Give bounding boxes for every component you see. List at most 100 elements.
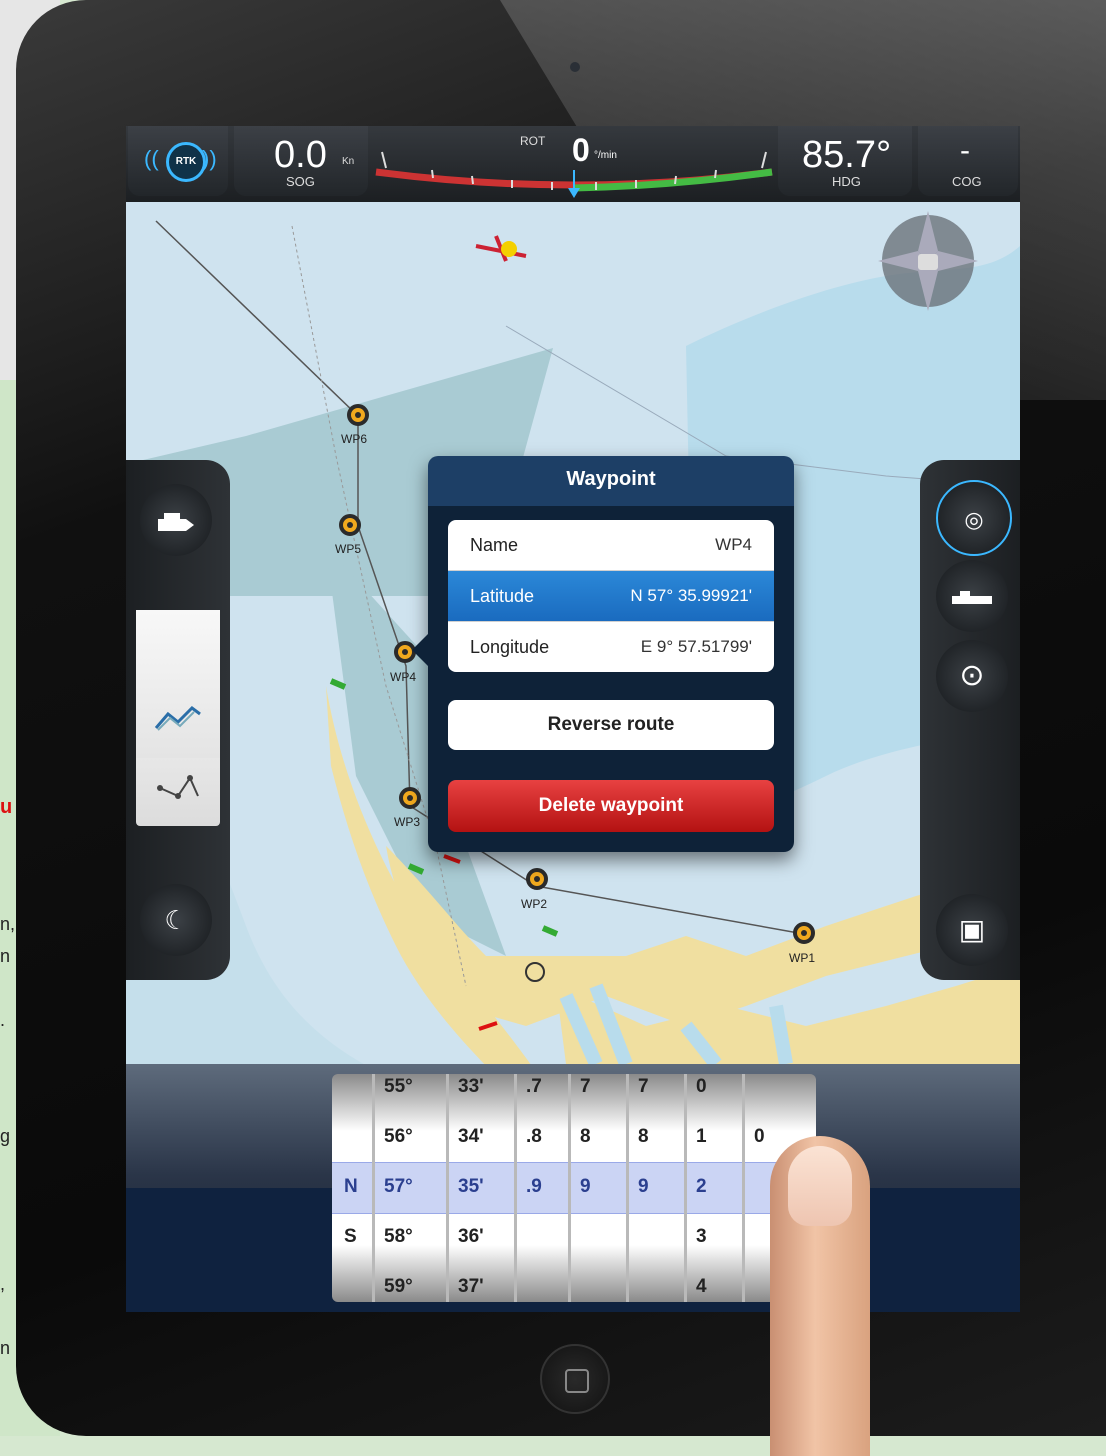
picker-cell: 36': [458, 1226, 484, 1247]
picker-area: N S 55° 56° 57° 58° 59° 33' 34' 35' 36' 37' .7.8.9 7 8…: [126, 1064, 1020, 1312]
name-row[interactable]: Name WP4: [448, 520, 774, 571]
rot-value: 0: [572, 132, 590, 168]
instrument-bar: (( RTK )) 0.0 Kn SOG ROT 0 °/min 85.7° H…: [126, 126, 1020, 202]
picker-cell: 37': [458, 1276, 484, 1297]
rot-label: ROT: [520, 134, 546, 148]
picker-column[interactable]: 0 1 2 3 4: [684, 1074, 745, 1302]
picker-cell: 57°: [384, 1176, 413, 1197]
latitude-row[interactable]: Latitude N 57° 35.99921': [448, 571, 774, 622]
sog-panel[interactable]: 0.0 Kn SOG: [234, 126, 368, 196]
picker-cell: 1: [696, 1126, 707, 1147]
ship-tools-icon: [952, 591, 992, 605]
picker-column[interactable]: 33' 34' 35' 36' 37': [446, 1074, 517, 1302]
hdg-label: HDG: [832, 174, 861, 189]
home-square-icon: [565, 1369, 589, 1393]
hdg-value: 85.7°: [802, 134, 892, 176]
chart-mode-tabs: [136, 610, 220, 826]
picker-cell: 8: [638, 1126, 649, 1147]
waypoint-marker[interactable]: [347, 404, 369, 426]
boat-icon: [158, 513, 194, 532]
sog-value: 0.0: [274, 134, 327, 176]
picker-cell: 34': [458, 1126, 484, 1147]
waypoint-marker[interactable]: [339, 514, 361, 536]
picker-cell: N: [344, 1176, 358, 1197]
signal-left-icon: ((: [144, 146, 159, 171]
boat-button[interactable]: [140, 484, 212, 556]
waypoint-label: WP3: [394, 815, 421, 829]
picker-cell: .8: [526, 1126, 542, 1147]
ship-tools-button[interactable]: [936, 560, 1008, 632]
picker-cell: .9: [526, 1176, 542, 1197]
signal-right-icon: )): [202, 146, 217, 171]
picker-cell: 0: [754, 1126, 765, 1147]
waypoint-marker[interactable]: [526, 868, 548, 890]
sog-unit: Kn: [342, 156, 355, 167]
picker-cell: 8: [580, 1126, 591, 1147]
picker-column[interactable]: 7 8 9: [626, 1074, 687, 1302]
delete-waypoint-button[interactable]: Delete waypoint: [448, 780, 774, 832]
waypoint-marker[interactable]: [793, 922, 815, 944]
day-night-button[interactable]: ☾: [140, 884, 212, 956]
picker-column[interactable]: 55° 56° 57° 58° 59°: [372, 1074, 449, 1302]
waypoint-popover: Waypoint Name WP4 Latitude N 57° 35.9992…: [412, 456, 794, 852]
name-value: WP4: [715, 535, 752, 554]
picker-cell: 9: [638, 1176, 649, 1197]
waypoint-label: WP5: [335, 542, 362, 556]
coordinate-picker[interactable]: N S 55° 56° 57° 58° 59° 33' 34' 35' 36' 37' .7.8.9 7 8…: [332, 1074, 816, 1302]
longitude-label: Longitude: [470, 637, 550, 657]
picker-column[interactable]: NS: [332, 1074, 375, 1302]
rtk-icon: RTK: [166, 142, 206, 182]
picker-cell: 4: [696, 1276, 707, 1297]
picker-cell: 7: [638, 1076, 649, 1097]
waypoint-marker[interactable]: [399, 787, 421, 809]
picker-column[interactable]: .7 .8 .9: [514, 1074, 571, 1302]
hdg-panel[interactable]: 85.7° HDG: [778, 126, 912, 196]
picker-cell: 2: [696, 1176, 707, 1197]
sog-label: SOG: [286, 174, 315, 189]
route-icon[interactable]: [136, 760, 220, 826]
name-label: Name: [470, 535, 519, 555]
radar-target-button[interactable]: ⊙: [936, 640, 1008, 712]
day-night-icon: ☾: [164, 905, 188, 935]
waypoint-label: WP2: [521, 897, 548, 911]
picker-column[interactable]: 7 8 9: [568, 1074, 629, 1302]
picker-cell: 9: [580, 1176, 591, 1197]
page-fragment: n: [0, 946, 11, 966]
rtk-button[interactable]: (( RTK )): [144, 140, 224, 182]
page-red-letter: u: [0, 796, 13, 818]
waypoint-label: WP1: [789, 951, 816, 965]
chart-layers-icon: [136, 690, 220, 756]
fingernail: [788, 1146, 852, 1226]
photo-gallery-button[interactable]: ▣: [936, 894, 1008, 966]
picker-cell: 56°: [384, 1126, 413, 1147]
picker-cell: S: [344, 1226, 357, 1247]
popover-title: Waypoint: [566, 468, 656, 490]
photo-gallery-icon: ▣: [958, 914, 986, 945]
longitude-value: E 9° 57.51799': [640, 637, 752, 656]
popover-arrow: [412, 634, 428, 666]
left-toolbar: ☾: [126, 460, 230, 980]
page-fragment: .: [0, 1010, 6, 1030]
cog-panel[interactable]: - COG: [918, 126, 1018, 196]
gps-position-button[interactable]: ◎: [936, 480, 1012, 556]
page-fragment: g: [0, 1126, 11, 1146]
cog-label: COG: [952, 174, 982, 189]
page-fragment: ,: [0, 1274, 6, 1294]
rtk-panel: (( RTK )): [128, 126, 228, 196]
rot-unit: °/min: [594, 150, 617, 161]
reverse-route-button[interactable]: Reverse route: [448, 700, 774, 750]
longitude-row[interactable]: Longitude E 9° 57.51799': [448, 622, 774, 672]
chart-tab-selected[interactable]: [136, 610, 220, 758]
latitude-value: N 57° 35.99921': [630, 586, 752, 605]
picker-cell: .7: [526, 1076, 542, 1097]
picker-cell: 35': [458, 1176, 484, 1197]
picker-cell: 0: [696, 1076, 707, 1097]
front-camera: [570, 62, 580, 72]
waypoint-label: WP6: [341, 432, 368, 446]
picker-cell: 3: [696, 1226, 707, 1247]
page-fragment: n,: [0, 914, 16, 934]
latitude-label: Latitude: [470, 586, 535, 606]
home-button[interactable]: [540, 1344, 610, 1414]
cog-value: -: [960, 134, 970, 167]
picker-cell: 58°: [384, 1226, 413, 1247]
